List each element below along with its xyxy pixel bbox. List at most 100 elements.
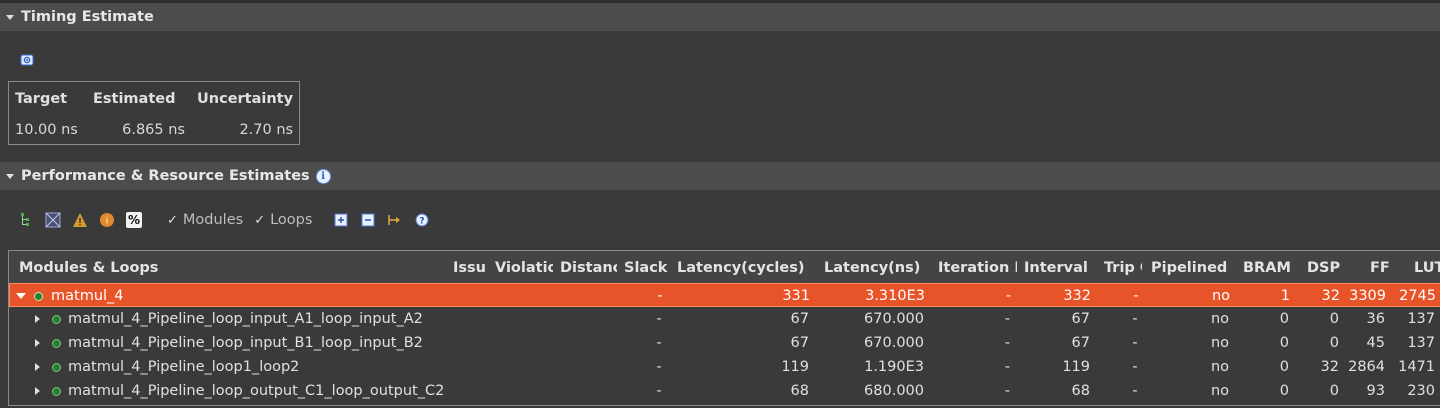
row-slack: - [656,335,662,351]
col-ff[interactable]: FF [1370,251,1396,286]
row-iteration: - [1004,335,1010,351]
collapse-arrow-icon[interactable] [16,284,28,308]
row-interval: 119 [1062,359,1090,375]
checkmark-icon: ✓ [254,212,266,228]
warning-icon[interactable] [72,212,88,228]
collapse-triangle-icon[interactable] [6,173,14,179]
row-ff: 36 [1366,311,1385,327]
col-issue[interactable]: Issu [453,251,488,286]
row-latency-ns: 1.190E3 [864,359,924,375]
expand-arrow-icon[interactable] [35,331,47,355]
svg-text:?: ? [420,217,425,227]
row-iteration: - [1004,383,1010,399]
row-latency-cycles: 331 [782,288,810,304]
perf-toolbar: i % ✓ Modules ✓ Loops ? [18,210,430,230]
row-ff: 93 [1366,383,1385,399]
col-latency-ns[interactable]: Latency(ns) [824,251,924,286]
timing-estimate-header[interactable]: Timing Estimate [0,3,1440,31]
row-lut: 1471 [1398,359,1435,375]
row-name: matmul_4 [51,288,124,304]
col-trip[interactable]: Trip C [1104,251,1142,286]
module-status-icon [52,307,64,331]
row-lut: 137 [1407,335,1435,351]
row-latency-cycles: 68 [790,383,809,399]
row-iteration: - [1005,288,1011,304]
table-row[interactable]: matmul_4_Pipeline_loop_input_A1_loop_inp… [9,307,1440,331]
perf-table-header: Modules & Loops Issu Violatio Distanc Sl… [9,251,1440,286]
row-interval: 68 [1071,383,1090,399]
row-bram: 0 [1279,335,1289,351]
col-distance[interactable]: Distanc [560,251,617,286]
info-icon[interactable]: i [315,168,331,184]
row-latency-cycles: 119 [781,359,809,375]
row-name: matmul_4_Pipeline_loop1_loop2 [68,359,300,375]
row-trip: - [1132,311,1138,327]
table-row-selected[interactable]: matmul_4 - 331 3.310E3 - 332 - no 1 32 3… [9,283,1440,307]
collapse-all-icon[interactable] [360,212,376,228]
hierarchy-icon[interactable] [18,212,34,228]
table-row[interactable]: matmul_4_Pipeline_loop_output_C1_loop_ou… [9,379,1440,403]
col-dsp[interactable]: DSP [1307,251,1341,286]
row-name: matmul_4_Pipeline_loop_output_C1_loop_ou… [68,383,445,399]
schedule-view-icon[interactable] [45,212,61,228]
timing-settings-icon[interactable] [20,53,34,67]
timing-table-value-row: 10.00 ns 6.865 ns 2.70 ns [9,116,300,145]
table-row[interactable]: matmul_4_Pipeline_loop1_loop2 - 119 1.19… [9,355,1440,379]
row-trip: - [1132,359,1138,375]
col-violation[interactable]: Violatio [495,251,553,286]
uncertainty-value: 2.70 ns [239,122,294,138]
row-slack: - [656,383,662,399]
loops-checkbox[interactable]: ✓ Loops [254,212,312,228]
row-bram: 0 [1279,359,1289,375]
row-latency-ns: 680.000 [864,383,924,399]
module-status-icon [52,331,64,355]
row-iteration: - [1004,311,1010,327]
goto-source-icon[interactable] [387,212,403,228]
col-modules-loops[interactable]: Modules & Loops [19,251,439,286]
row-slack: - [657,288,663,304]
col-bram[interactable]: BRAM [1243,251,1293,286]
col-pipelined[interactable]: Pipelined [1151,251,1233,286]
row-latency-ns: 3.310E3 [865,288,925,304]
row-ff: 45 [1366,335,1385,351]
expand-all-icon[interactable] [333,212,349,228]
row-bram: 1 [1280,288,1290,304]
row-latency-cycles: 67 [790,311,809,327]
collapse-triangle-icon[interactable] [6,14,14,20]
row-ff: 3309 [1349,288,1386,304]
row-ff: 2864 [1348,359,1385,375]
modules-checkbox[interactable]: ✓ Modules [167,212,243,228]
col-target: Target [15,91,68,107]
module-status-icon [52,355,64,379]
expand-arrow-icon[interactable] [35,307,47,331]
percent-toggle-icon[interactable]: % [126,212,142,228]
row-dsp: 32 [1320,359,1339,375]
row-trip: - [1133,288,1139,304]
row-dsp: 32 [1321,288,1340,304]
row-dsp: 0 [1329,383,1339,399]
row-dsp: 0 [1329,335,1339,351]
module-status-icon [34,284,46,308]
col-iteration[interactable]: Iteration L [938,251,1017,286]
help-icon[interactable]: ? [414,212,430,228]
col-slack[interactable]: Slack [624,251,670,286]
row-latency-ns: 670.000 [864,311,924,327]
expand-arrow-icon[interactable] [35,379,47,403]
col-latency-cycles[interactable]: Latency(cycles) [677,251,811,286]
guidance-icon[interactable]: i [99,212,115,228]
row-bram: 0 [1279,311,1289,327]
expand-arrow-icon[interactable] [35,355,47,379]
perf-estimates-header[interactable]: Performance & Resource Estimates i [0,162,1440,190]
timing-table: Target Estimated Uncertainty 10.00 ns 6.… [8,81,301,145]
col-interval[interactable]: Interval [1024,251,1090,286]
col-lut[interactable]: LUT [1414,251,1440,286]
row-pipelined: no [1210,359,1229,375]
row-slack: - [656,311,662,327]
table-row[interactable]: matmul_4_Pipeline_loop_input_B1_loop_inp… [9,331,1440,355]
row-interval: 67 [1071,335,1090,351]
row-lut: 2745 [1399,288,1436,304]
row-lut: 137 [1407,311,1435,327]
row-interval: 67 [1071,311,1090,327]
col-uncertainty: Uncertainty [197,91,294,107]
row-latency-ns: 670.000 [864,335,924,351]
